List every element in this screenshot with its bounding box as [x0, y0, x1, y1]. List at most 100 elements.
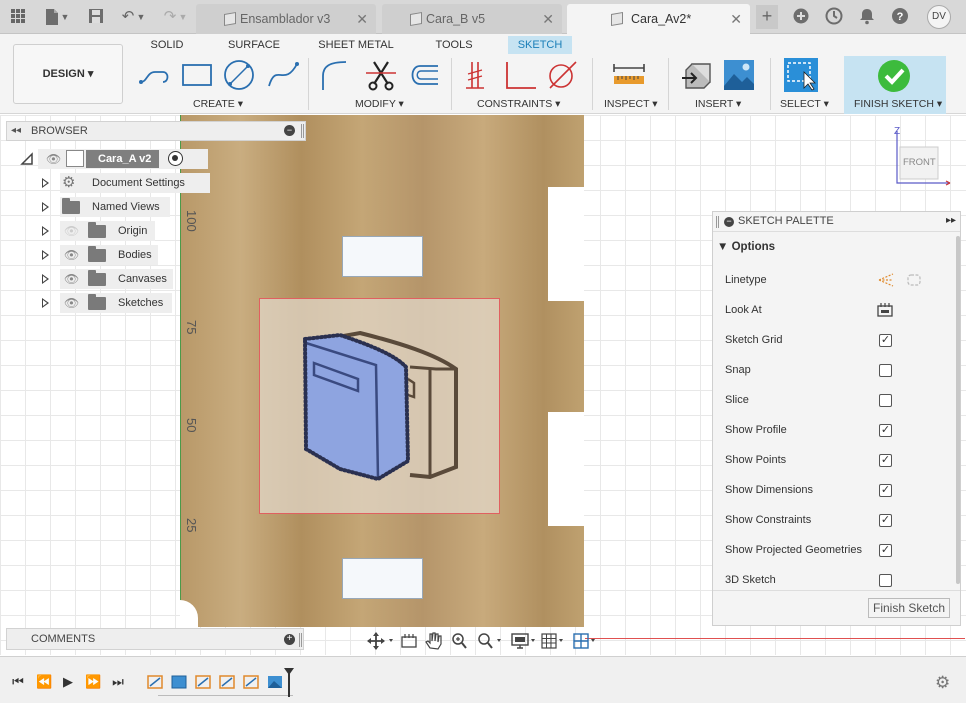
centerline-linetype-icon[interactable]: [905, 272, 923, 291]
show-projected-geometries-checkbox[interactable]: ✓: [879, 544, 892, 557]
tangent-constraint-icon[interactable]: [546, 58, 580, 92]
panel-grip-icon[interactable]: [301, 124, 304, 138]
prev-icon[interactable]: ⏪: [36, 674, 52, 690]
offset-icon[interactable]: [406, 58, 440, 92]
insert-derive-icon[interactable]: [680, 58, 714, 92]
3d-sketch-checkbox[interactable]: [879, 574, 892, 587]
inspect-menu[interactable]: INSPECT ▾: [604, 98, 658, 110]
create-menu[interactable]: CREATE ▾: [193, 98, 243, 110]
expand-triangle-icon[interactable]: [42, 178, 49, 188]
play-icon[interactable]: ▶: [60, 674, 76, 690]
finish-sketch-menu[interactable]: FINISH SKETCH ▾: [854, 98, 942, 110]
root-label[interactable]: Cara_A v2: [86, 150, 160, 168]
timeline-marker[interactable]: [283, 667, 295, 700]
save-icon[interactable]: [86, 7, 106, 27]
measure-icon[interactable]: [612, 58, 646, 92]
tab-cara-b[interactable]: Cara_B v5 ✕: [382, 4, 562, 34]
rectangle-icon[interactable]: [180, 58, 214, 92]
redo-icon[interactable]: ↷: [160, 7, 180, 27]
notifications-icon[interactable]: [857, 7, 877, 27]
chevron-down-icon[interactable]: ▼: [178, 7, 188, 27]
viewcube-front-face[interactable]: FRONT: [903, 157, 936, 168]
tab-tools[interactable]: TOOLS: [433, 36, 475, 54]
finish-sketch-button[interactable]: Finish Sketch: [868, 598, 950, 618]
snap-checkbox[interactable]: [879, 364, 892, 377]
chevron-down-icon[interactable]: ▼: [60, 7, 70, 27]
book-sketch-profile[interactable]: [260, 299, 501, 515]
close-icon[interactable]: ✕: [356, 4, 368, 34]
perpendicular-constraint-icon[interactable]: [504, 58, 538, 92]
options-section[interactable]: ▼ Options: [717, 241, 775, 253]
close-icon[interactable]: ✕: [542, 4, 554, 34]
modify-menu[interactable]: MODIFY ▾: [355, 98, 404, 110]
collapse-triangle-icon[interactable]: ▼: [717, 241, 728, 253]
trim-scissors-icon[interactable]: [364, 58, 398, 92]
activate-radio-icon[interactable]: [168, 151, 183, 166]
chevron-down-icon[interactable]: ▼: [136, 7, 146, 27]
user-avatar[interactable]: DV: [927, 5, 951, 29]
tab-sketch[interactable]: SKETCH: [508, 36, 572, 54]
slice-checkbox[interactable]: [879, 394, 892, 407]
tab-cara-a[interactable]: Cara_Av2* ✕: [567, 4, 750, 34]
expand-triangle-icon[interactable]: [42, 250, 49, 260]
browser-root[interactable]: 👁 Cara_A v2: [20, 149, 208, 169]
eye-icon[interactable]: 👁: [64, 273, 79, 285]
workspace-switcher[interactable]: DESIGN ▾: [13, 44, 123, 104]
check-icon[interactable]: [877, 59, 911, 93]
file-icon[interactable]: [42, 7, 62, 27]
timeline-settings-gear-icon[interactable]: ⚙: [935, 673, 950, 693]
browser-item-origin[interactable]: 👁 Origin: [40, 221, 160, 241]
new-tab-icon[interactable]: +: [756, 5, 778, 29]
last-icon[interactable]: ⏭: [110, 674, 126, 690]
insert-canvas-icon[interactable]: [722, 58, 756, 92]
sketch-grid-checkbox[interactable]: ✓: [879, 334, 892, 347]
insert-menu[interactable]: INSERT ▾: [695, 98, 741, 110]
show-points-checkbox[interactable]: ✓: [879, 454, 892, 467]
tab-surface[interactable]: SURFACE: [228, 36, 280, 54]
look-at-icon[interactable]: [877, 302, 893, 321]
expand-triangle-icon[interactable]: [20, 150, 34, 169]
browser-item-sketches[interactable]: 👁 Sketches: [40, 293, 180, 313]
minus-circle-icon[interactable]: −: [284, 125, 295, 136]
constraints-menu[interactable]: CONSTRAINTS ▾: [477, 98, 560, 110]
tab-sheet-metal[interactable]: SHEET METAL: [318, 36, 394, 54]
coincident-constraint-icon[interactable]: [462, 58, 496, 92]
first-icon[interactable]: ⏮: [10, 674, 26, 690]
tab-ensamblador[interactable]: Ensamblador v3 ✕: [196, 4, 376, 34]
select-menu[interactable]: SELECT ▾: [780, 98, 829, 110]
expand-panel-icon[interactable]: ▸▸: [946, 215, 956, 226]
next-icon[interactable]: ⏩: [85, 674, 101, 690]
view-cube[interactable]: Z FRONT: [890, 125, 960, 190]
panel-grip-icon[interactable]: [716, 216, 719, 228]
extensions-icon[interactable]: [791, 7, 811, 27]
show-dimensions-checkbox[interactable]: ✓: [879, 484, 892, 497]
job-status-icon[interactable]: [824, 7, 844, 27]
show-profile-checkbox[interactable]: ✓: [879, 424, 892, 437]
panel-grip-icon[interactable]: [299, 633, 302, 647]
eye-hidden-icon[interactable]: 👁: [64, 225, 79, 237]
construction-linetype-icon[interactable]: [877, 272, 895, 291]
tab-solid[interactable]: SOLID: [150, 36, 184, 54]
eye-icon[interactable]: 👁: [64, 249, 79, 261]
browser-item-canvases[interactable]: 👁 Canvases: [40, 269, 180, 289]
show-constraints-checkbox[interactable]: ✓: [879, 514, 892, 527]
expand-triangle-icon[interactable]: [42, 298, 49, 308]
collapse-panel-icon[interactable]: ◂◂: [11, 125, 21, 136]
scrollbar[interactable]: [956, 236, 960, 584]
close-icon[interactable]: ✕: [730, 4, 742, 34]
undo-icon[interactable]: ↶: [118, 7, 138, 27]
grid-menu-icon[interactable]: [8, 7, 28, 27]
select-window-icon[interactable]: [784, 58, 818, 92]
spline-icon[interactable]: [266, 58, 300, 92]
browser-item-bodies[interactable]: 👁 Bodies: [40, 245, 160, 265]
add-comment-icon[interactable]: +: [284, 634, 295, 645]
expand-triangle-icon[interactable]: [42, 202, 49, 212]
fillet-icon[interactable]: [318, 58, 352, 92]
circle-icon[interactable]: [222, 58, 256, 92]
browser-item-named-views[interactable]: Named Views: [40, 197, 180, 217]
spline-slot-icon[interactable]: [137, 58, 171, 92]
expand-triangle-icon[interactable]: [42, 226, 49, 236]
help-icon[interactable]: ?: [890, 7, 910, 27]
minus-circle-icon[interactable]: −: [724, 217, 734, 227]
expand-triangle-icon[interactable]: [42, 274, 49, 284]
